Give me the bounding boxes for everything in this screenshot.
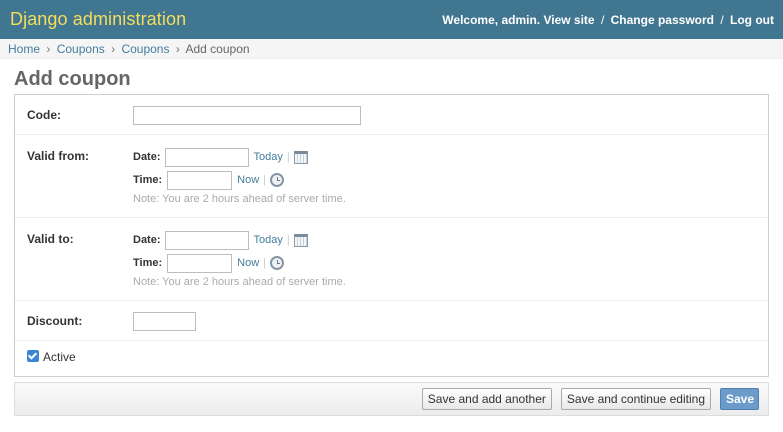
page-title: Add coupon [14,68,131,90]
timezone-note: Note: You are 2 hours ahead of server ti… [133,276,346,288]
breadcrumb: Home › Coupons › Coupons › Add coupon [0,39,783,59]
save-and-continue-button[interactable]: Save and continue editing [560,388,711,410]
clock-icon[interactable] [270,256,285,270]
separator: / [600,12,605,27]
breadcrumb-home[interactable]: Home [8,42,40,56]
logout-link[interactable]: Log out [730,13,774,27]
date-label: Date: [133,234,161,246]
time-label: Time: [133,174,163,186]
separator: | [286,234,290,246]
valid-from-time-line: Time: Now | [133,170,346,190]
today-link[interactable]: Today [254,234,283,246]
breadcrumb-current: Add coupon [185,42,250,56]
calendar-icon[interactable] [293,150,308,164]
breadcrumb-separator: › [111,42,116,56]
code-input[interactable] [133,106,361,125]
active-label[interactable]: Active [43,350,76,376]
form-row-valid-from: Valid from: Date: Today | Time: Now | No… [15,135,768,218]
form-row-valid-to: Valid to: Date: Today | Time: Now | Note… [15,218,768,301]
valid-from-time-input[interactable] [167,170,233,190]
now-link[interactable]: Now [237,174,259,186]
welcome-text: Welcome, [442,12,499,27]
save-button[interactable]: Save [720,388,759,410]
submit-row: Save and add another Save and continue e… [14,382,769,416]
header: Django administration Welcome, admin. Vi… [0,0,783,39]
valid-from-label: Valid from: [27,149,90,163]
valid-to-date-line: Date: Today | [133,230,346,250]
calendar-icon[interactable] [293,233,308,247]
discount-input[interactable] [133,312,196,331]
clock-icon[interactable] [270,173,285,187]
content: Add coupon Code: Valid from: Date: Today… [0,68,783,416]
timezone-note: Note: You are 2 hours ahead of server ti… [133,193,346,205]
form-row-code: Code: [15,95,768,135]
breadcrumb-app[interactable]: Coupons [57,42,105,56]
active-checkbox[interactable] [27,350,39,362]
today-link[interactable]: Today [254,151,283,163]
code-label: Code: [27,108,61,122]
separator: | [263,257,267,269]
breadcrumb-separator: › [175,42,180,56]
coupon-form: Code: Valid from: Date: Today | Time: No… [14,94,769,377]
separator: | [286,151,290,163]
valid-from-date-input[interactable] [164,147,249,167]
breadcrumb-model[interactable]: Coupons [121,42,169,56]
site-title: Django administration [10,9,187,29]
time-label: Time: [133,257,163,269]
separator: | [263,174,267,186]
valid-to-time-line: Time: Now | [133,253,346,273]
change-password-link[interactable]: Change password [611,13,714,27]
valid-from-date-line: Date: Today | [133,147,346,167]
discount-label: Discount: [27,314,83,328]
valid-to-date-input[interactable] [164,230,249,250]
date-label: Date: [133,151,161,163]
separator: / [720,12,724,27]
form-row-active: Active [15,341,768,376]
valid-to-fields: Date: Today | Time: Now | Note: You are … [133,230,346,300]
username: admin [501,12,537,27]
valid-to-time-input[interactable] [167,253,233,273]
now-link[interactable]: Now [237,257,259,269]
valid-to-label: Valid to: [27,232,74,246]
valid-from-fields: Date: Today | Time: Now | Note: You are … [133,147,346,217]
save-and-add-another-button[interactable]: Save and add another [421,388,552,410]
breadcrumb-separator: › [46,42,51,56]
user-tools: Welcome, admin. View site / Change passw… [442,12,774,27]
view-site-link[interactable]: View site [543,13,594,27]
form-row-discount: Discount: [15,301,768,341]
